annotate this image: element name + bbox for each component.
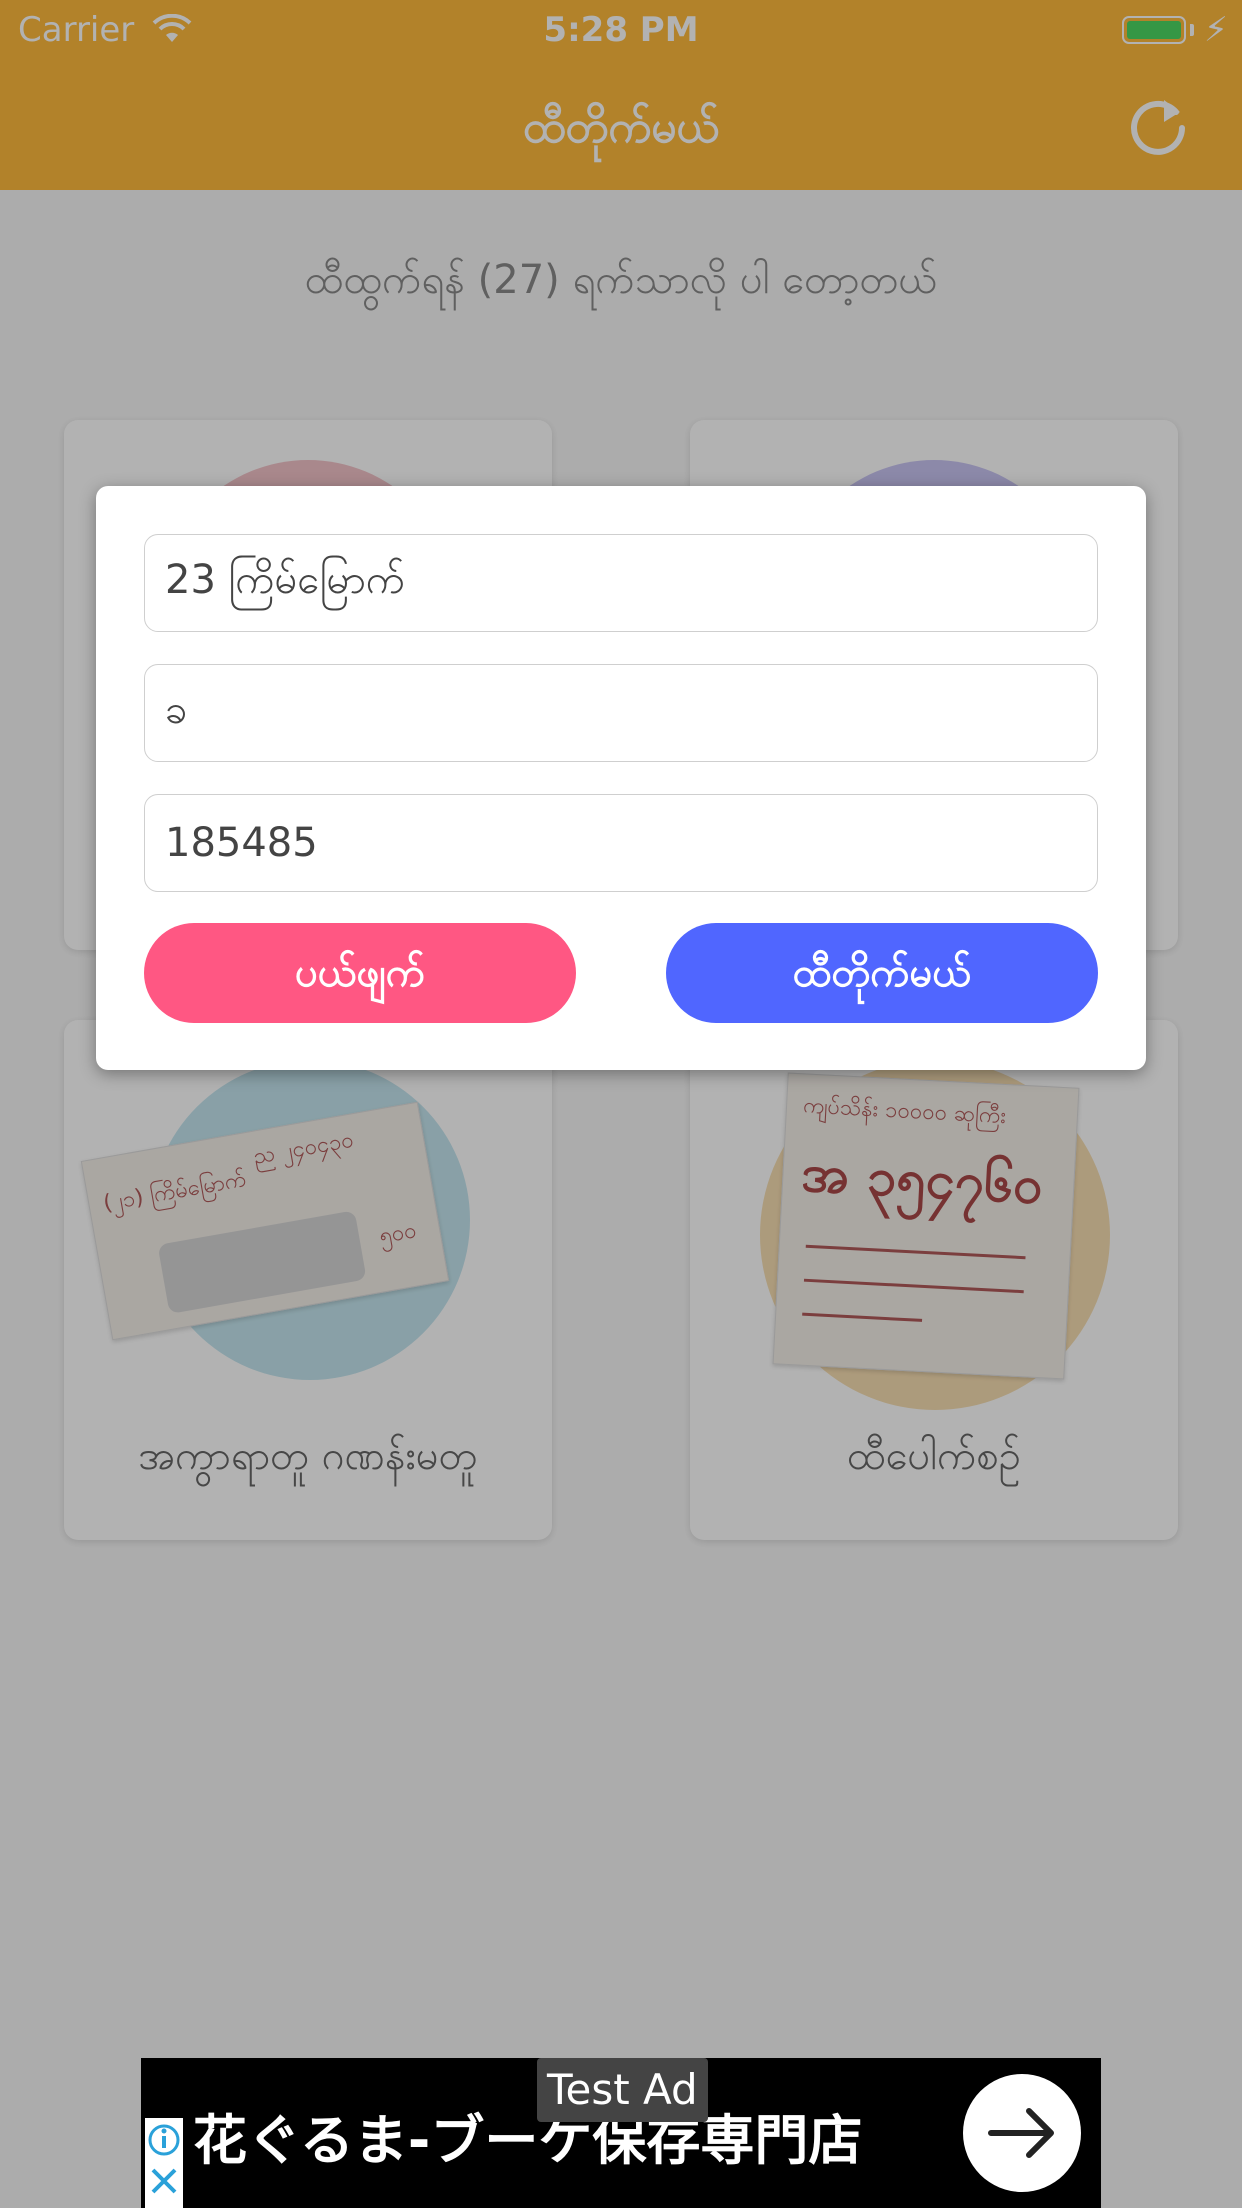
ticket-number-field[interactable] xyxy=(144,794,1098,892)
ad-arrow-button[interactable] xyxy=(963,2074,1081,2192)
letter-field[interactable] xyxy=(144,664,1098,762)
cancel-button[interactable]: ပယ်ဖျက် xyxy=(144,923,576,1023)
ad-choices-icon[interactable] xyxy=(145,2118,183,2208)
ticket-check-dialog: ပယ်ဖျက် ထီတိုက်မယ် xyxy=(96,486,1146,1070)
modal-overlay[interactable] xyxy=(0,0,1242,2208)
ad-tag: Test Ad xyxy=(537,2058,708,2122)
ad-banner[interactable]: 花ぐるま-ブーケ保存専門店 Test Ad xyxy=(141,2058,1101,2208)
draw-number-field[interactable] xyxy=(144,534,1098,632)
ad-headline: 花ぐるま-ブーケ保存専門店 xyxy=(193,2109,863,2172)
arrow-right-icon xyxy=(988,2108,1054,2158)
check-button[interactable]: ထီတိုက်မယ် xyxy=(666,923,1098,1023)
